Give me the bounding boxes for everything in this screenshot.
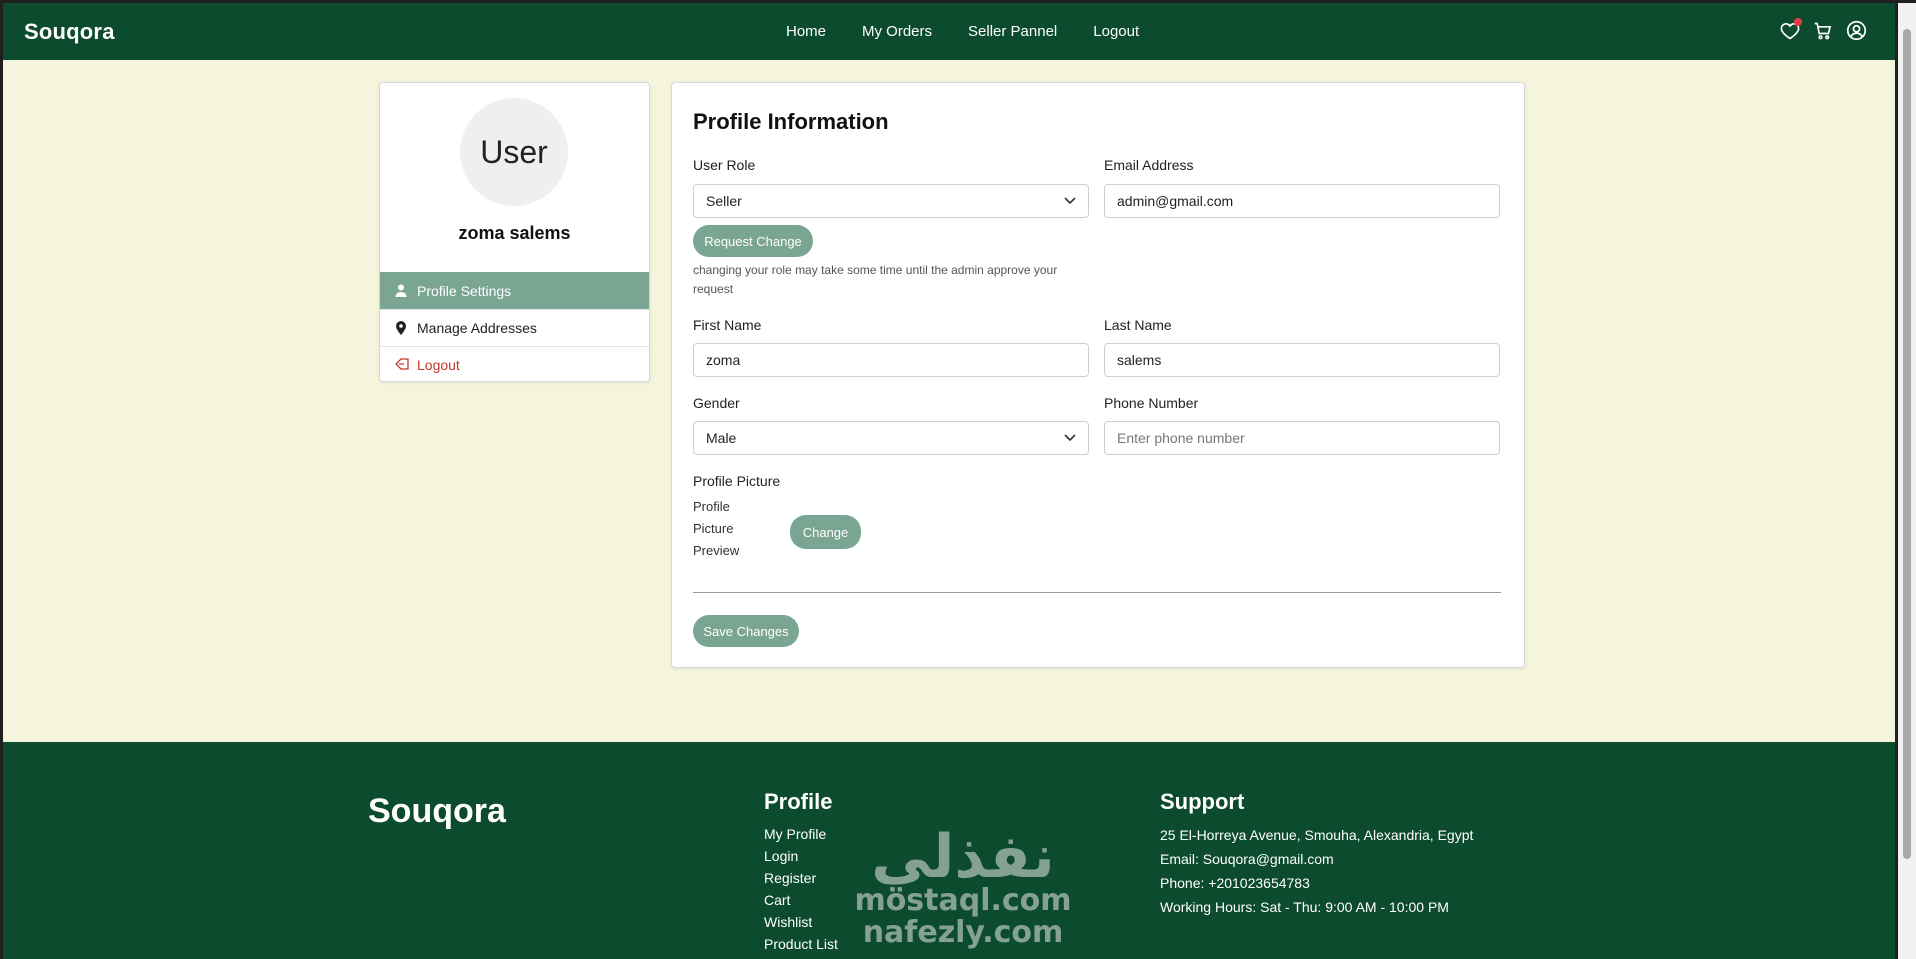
map-pin-icon [395, 321, 409, 335]
first-name-value: zoma [706, 352, 741, 368]
watermark-line-1: mostaql.com [854, 883, 1071, 918]
change-picture-button[interactable]: Change [790, 515, 861, 549]
wishlist-button[interactable] [1780, 17, 1802, 41]
sidebar-menu: Profile Settings Manage Addresses Logout [380, 272, 649, 381]
wishlist-badge [1794, 17, 1802, 26]
nav-icons [1780, 17, 1867, 41]
gender-select[interactable]: Male [693, 421, 1089, 455]
last-name-field[interactable]: salems [1104, 343, 1500, 377]
user-circle-icon [1846, 20, 1867, 41]
cart-icon [1814, 22, 1832, 39]
footer-profile-heading: Profile [764, 789, 833, 814]
page-title: Profile Information [693, 109, 889, 134]
divider [693, 592, 1501, 593]
footer-link-cart[interactable]: Cart [764, 889, 838, 911]
sidebar-item-manage-addresses[interactable]: Manage Addresses [380, 309, 649, 346]
nav-link-seller-panel[interactable]: Seller Pannel [968, 23, 1057, 40]
profile-picture-label: Profile Picture [693, 473, 781, 489]
user-role-value: Seller [706, 193, 742, 209]
save-changes-button[interactable]: Save Changes [693, 615, 799, 647]
nav-link-my-orders[interactable]: My Orders [862, 23, 932, 40]
support-hours: Working Hours: Sat - Thu: 9:00 AM - 10:0… [1160, 899, 1449, 915]
phone-field[interactable]: Enter phone number [1104, 421, 1500, 455]
gender-value: Male [706, 430, 737, 446]
profile-picture-preview: Profile Picture Preview [693, 499, 740, 558]
footer-link-wishlist[interactable]: Wishlist [764, 911, 838, 933]
user-role-select[interactable]: Seller [693, 184, 1089, 218]
cart-button[interactable] [1813, 21, 1833, 41]
brand-logo[interactable]: Souqora [24, 19, 115, 45]
first-name-field[interactable]: zoma [693, 343, 1089, 377]
email-label: Email Address [1104, 157, 1194, 173]
sidebar-item-label: Manage Addresses [417, 320, 537, 336]
sidebar-item-profile-settings[interactable]: Profile Settings [380, 272, 649, 309]
avatar: User [460, 98, 568, 206]
footer-link-my-profile[interactable]: My Profile [764, 823, 838, 845]
watermark-line-2: nafezly.com [863, 915, 1064, 950]
page: Souqora Home My Orders Seller Pannel Log… [3, 3, 1895, 959]
footer-link-login[interactable]: Login [764, 845, 838, 867]
user-role-label: User Role [693, 157, 756, 173]
watermark-arabic: نفذلي [871, 822, 1055, 892]
gender-label: Gender [693, 395, 740, 411]
user-icon [395, 284, 409, 298]
profile-sidebar: User zoma salems Profile Settings Manage… [379, 82, 650, 382]
support-email: Email: Souqora@gmail.com [1160, 851, 1334, 867]
chevron-down-icon [1064, 197, 1076, 205]
phone-placeholder: Enter phone number [1117, 430, 1245, 446]
phone-label: Phone Number [1104, 395, 1199, 411]
account-button[interactable] [1846, 20, 1867, 41]
nav-link-logout[interactable]: Logout [1093, 23, 1139, 40]
footer-link-register[interactable]: Register [764, 867, 838, 889]
sidebar-item-logout[interactable]: Logout [380, 346, 649, 381]
page-scrollbar[interactable] [1898, 3, 1916, 959]
footer-support-column: Support 25 El-Horreya Avenue, Smouha, Al… [1160, 789, 1473, 919]
top-navbar: Souqora Home My Orders Seller Pannel Log… [3, 3, 1895, 60]
email-value: admin@gmail.com [1117, 193, 1234, 209]
role-change-hint: changing your role may take some time un… [693, 263, 1058, 296]
last-name-label: Last Name [1104, 317, 1172, 333]
chevron-down-icon [1064, 434, 1076, 442]
sidebar-item-label: Logout [417, 357, 460, 373]
sidebar-item-label: Profile Settings [417, 283, 512, 299]
request-change-button[interactable]: Request Change [693, 225, 813, 257]
nafezly-watermark: نفذلي mostaql.com nafezly.com [854, 822, 1071, 950]
footer-link-product-list[interactable]: Product List [764, 933, 838, 955]
support-address: 25 El-Horreya Avenue, Smouha, Alexandria… [1160, 827, 1474, 843]
nav-links: Home My Orders Seller Pannel Logout [786, 23, 1175, 40]
email-field[interactable]: admin@gmail.com [1104, 184, 1500, 218]
footer: Souqora Profile My Profile Login Registe… [3, 742, 1895, 959]
last-name-value: salems [1117, 352, 1162, 368]
profile-information-card: Profile Information User Role Seller Ema… [671, 82, 1525, 668]
footer-profile-column: Profile My Profile Login Register Cart W… [764, 789, 838, 955]
support-phone: Phone: +201023654783 [1160, 875, 1310, 891]
first-name-label: First Name [693, 317, 762, 333]
user-name: zoma salems [458, 223, 571, 243]
footer-support-heading: Support [1160, 789, 1245, 814]
logout-icon [395, 358, 409, 372]
scrollbar-thumb[interactable] [1903, 29, 1911, 859]
nav-link-home[interactable]: Home [786, 23, 826, 40]
footer-brand: Souqora [368, 792, 506, 830]
